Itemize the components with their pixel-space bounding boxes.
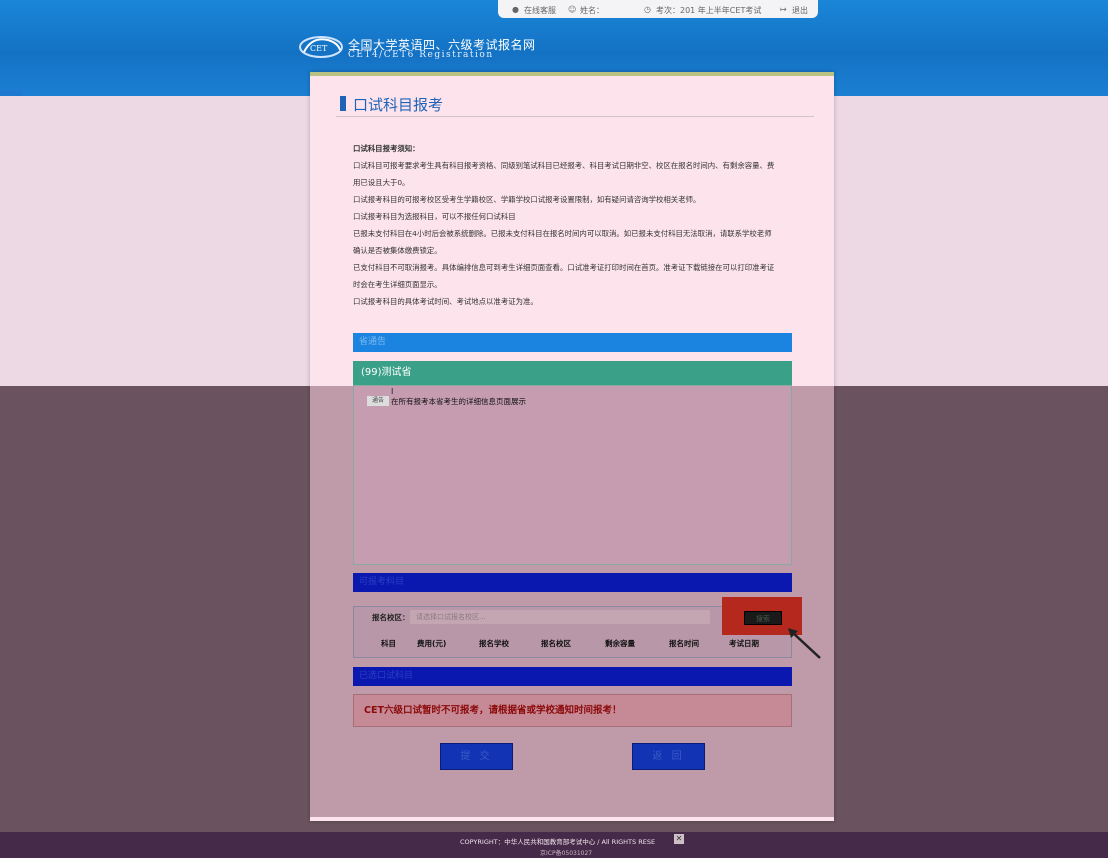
search-button[interactable]: 搜索: [744, 611, 782, 625]
notice-line: 确认是否被集体缴费锁定。: [353, 246, 442, 255]
province-notice-header: 省通告: [353, 333, 792, 352]
title-accent: [340, 96, 346, 111]
notice-line: 口试科目可报考要求考生具有科目报考资格、同级别笔试科目已经报考、科目考试日期非空…: [353, 161, 775, 170]
selected-subjects-header: 已选口试科目: [353, 667, 792, 686]
title-divider: [336, 116, 814, 117]
column-header: 报名学校: [479, 639, 509, 648]
notice-heading: 口试科目报考须知：: [353, 144, 420, 153]
notice-line: 口试报考科目的具体考试时间、考试地点以准考证为准。: [353, 297, 538, 306]
notice-line: 时会在考生详细页面显示。: [353, 280, 442, 289]
notice-tag: 通告: [367, 396, 389, 406]
exam-session-label: 考次：201 年上半年CET考试: [656, 6, 762, 15]
column-header: 剩余容量: [605, 639, 635, 648]
notice-line: 口试报考科目为选报科目，可以不报任何口试科目: [353, 212, 516, 221]
site-subtitle: CET4/CET6 Registration: [348, 50, 494, 60]
logout-icon: ↦: [780, 5, 787, 14]
column-header: 考试日期: [729, 639, 759, 648]
notice-line: 用已设且大于0。: [353, 178, 410, 187]
cet-logo-icon: CET: [299, 36, 343, 58]
subjects-table-header: 科目 费用(元) 报名学校 报名校区 剩余容量 报名时间 考试日期: [353, 638, 792, 650]
user-icon: ☺: [568, 5, 577, 14]
registration-notice: 口试科目报考须知： 口试科目可报考要求考生具有科目报考资格、同级别笔试科目已经报…: [353, 140, 803, 310]
user-topbar: ● 在线客服 ☺ 姓名： ◷ 考次：201 年上半年CET考试 ↦ 退出: [498, 0, 818, 18]
pointer-arrow-icon: [788, 628, 821, 659]
column-header: 科目: [381, 639, 396, 648]
clock-icon: ◷: [644, 5, 651, 14]
available-subjects-header: 可报考科目: [353, 573, 792, 592]
province-notice-box: [353, 385, 792, 565]
column-header: 报名时间: [669, 639, 699, 648]
campus-field-label: 报名校区：: [372, 613, 410, 622]
notice-line: 已支付科目不可取消报考。具体编排信息可到考生详细页面查看。口试准考证打印时间在首…: [353, 263, 775, 272]
warning-message: CET六级口试暂时不可报考，请根据省或学校通知时间报考！: [353, 694, 792, 727]
campus-select-input[interactable]: 请选择口试报名校区...: [410, 610, 710, 624]
page-title: 口试科目报考: [353, 96, 444, 114]
service-icon: ●: [512, 5, 519, 14]
icp-number: 京ICP备05031027: [540, 850, 593, 857]
notice-line: 口试报考科目的可报考校区受考生学籍校区、学籍学校口试报考设置限制，如有疑问请咨询…: [353, 195, 701, 204]
online-service-link[interactable]: 在线客服: [524, 5, 556, 16]
logout-link[interactable]: 退出: [792, 5, 808, 16]
submit-button[interactable]: 提 交: [440, 743, 513, 770]
copyright-text: COPYRIGHT：中华人民共和国教育部考试中心 / All RIGHTS RE…: [460, 838, 656, 846]
column-header: 报名校区: [541, 639, 571, 648]
column-header: 费用(元): [417, 639, 447, 648]
back-button[interactable]: 返 回: [632, 743, 705, 770]
province-name: (99)测试省: [353, 361, 792, 385]
text-cursor-icon: I: [391, 387, 394, 396]
notice-line: 已报未支付科目在4小时后会被系统删除。已报未支付科目在报名时间内可以取消。如已报…: [353, 229, 772, 238]
close-icon[interactable]: ✕: [674, 834, 684, 844]
user-name-label: 姓名：: [580, 6, 604, 15]
svg-text:CET: CET: [310, 44, 328, 53]
province-notice-text: 在所有报考本省考生的详细信息页面展示: [391, 397, 526, 406]
